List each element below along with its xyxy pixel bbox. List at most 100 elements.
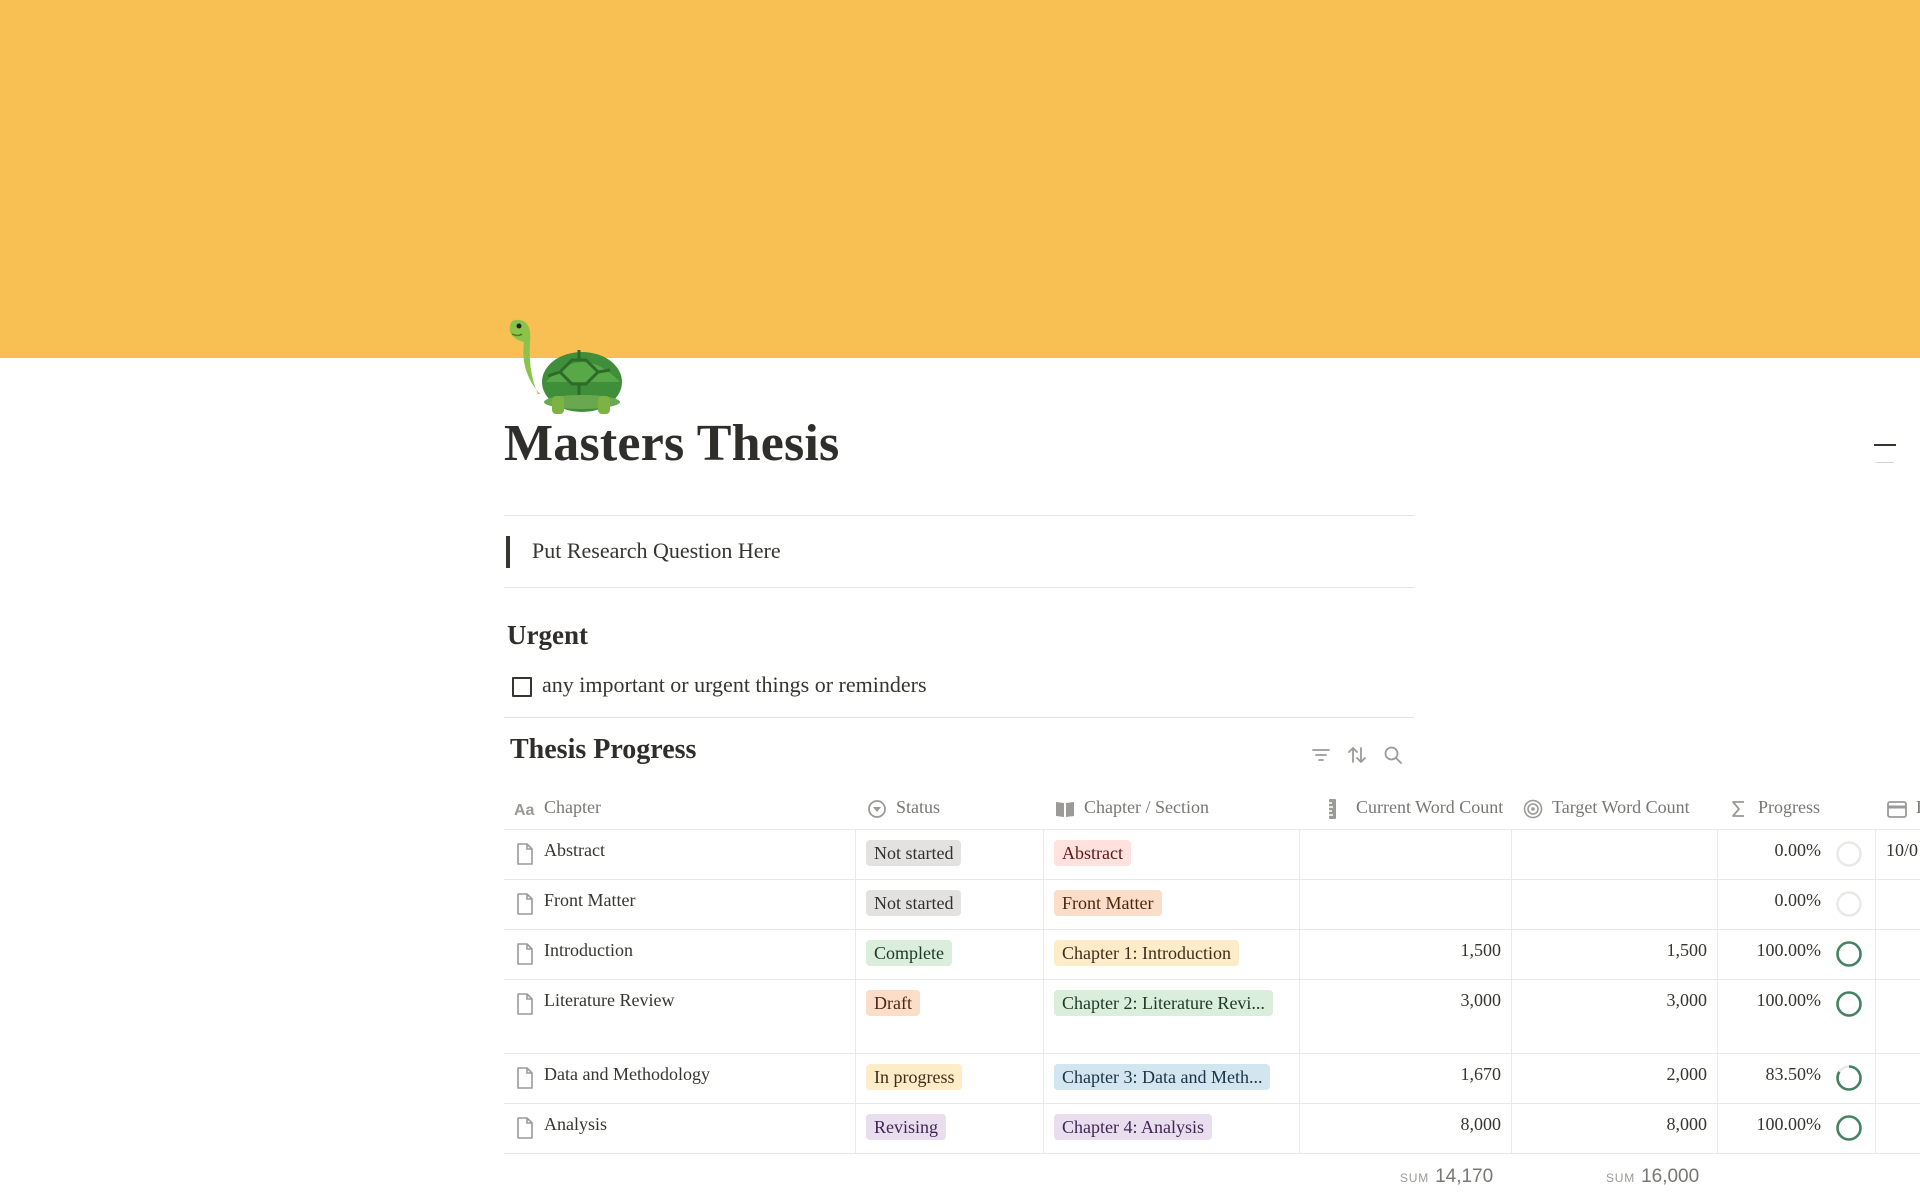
table-row[interactable]: Analysis Revising Chapter 4: Analysis 8,000… [504, 1104, 1920, 1154]
column-header-chapter[interactable]: Aa Chapter [504, 788, 856, 830]
status-tag[interactable]: In progress [866, 1064, 963, 1090]
chapter-cell[interactable]: Literature Review [504, 980, 856, 1053]
current-word-count-cell[interactable] [1300, 830, 1512, 879]
status-cell[interactable]: Not started [856, 880, 1044, 929]
filter-icon[interactable] [1310, 744, 1332, 766]
progress-cell[interactable]: 100.00% [1718, 1104, 1876, 1153]
chapter-cell[interactable]: Analysis [504, 1104, 856, 1153]
table-row[interactable]: Front Matter Not started Front Matter 0.00% [504, 880, 1920, 930]
status-tag[interactable]: Draft [866, 990, 920, 1016]
progress-cell[interactable]: 0.00% [1718, 830, 1876, 879]
chapter-name[interactable]: Literature Review [544, 990, 674, 1011]
progress-value: 0.00% [1774, 840, 1822, 860]
target-word-count-cell[interactable] [1512, 880, 1718, 929]
section-cell[interactable]: Abstract [1044, 830, 1300, 879]
sum-target-word-count[interactable]: SUM 16,000 [1606, 1166, 1699, 1188]
section-tag[interactable]: Chapter 2: Literature Revi... [1054, 990, 1273, 1016]
progress-cell[interactable]: 0.00% [1718, 880, 1876, 929]
status-cell[interactable]: Not started [856, 830, 1044, 879]
column-header-section[interactable]: Chapter / Section [1044, 788, 1300, 830]
sum-value: 14,170 [1435, 1166, 1494, 1187]
progress-cell[interactable]: 100.00% [1718, 930, 1876, 979]
chapter-name[interactable]: Data and Methodology [544, 1064, 710, 1085]
quote-text[interactable]: Put Research Question Here [532, 538, 781, 564]
section-cell[interactable]: Chapter 2: Literature Revi... [1044, 980, 1300, 1053]
section-tag[interactable]: Chapter 1: Introduction [1054, 940, 1239, 966]
chapter-name[interactable]: Analysis [544, 1114, 607, 1135]
table-row[interactable]: Abstract Not started Abstract 0.00% 10/0 [504, 830, 1920, 880]
date-cell[interactable] [1876, 1104, 1920, 1153]
title-aa-icon: Aa [514, 802, 535, 819]
section-cell[interactable]: Front Matter [1044, 880, 1300, 929]
research-question-quote[interactable]: Put Research Question Here [504, 534, 1414, 570]
current-word-count-cell[interactable]: 1,500 [1300, 930, 1512, 979]
chapter-cell[interactable]: Front Matter [504, 880, 856, 929]
column-header-label: Progress [1758, 797, 1820, 817]
section-cell[interactable]: Chapter 3: Data and Meth... [1044, 1054, 1300, 1103]
page-icon [517, 943, 533, 965]
sort-icon[interactable] [1346, 744, 1368, 766]
table-row[interactable]: Data and Methodology In progress Chapter 3… [504, 1054, 1920, 1104]
progress-ring-track [1836, 841, 1862, 867]
target-word-count-cell[interactable]: 1,500 [1512, 930, 1718, 979]
date-value: 10/0 [1886, 840, 1919, 860]
current-word-count-cell[interactable] [1300, 880, 1512, 929]
column-header-label: Current Word Count [1356, 797, 1504, 817]
target-word-count-cell[interactable]: 3,000 [1512, 980, 1718, 1053]
database-title[interactable]: Thesis Progress [510, 734, 696, 766]
progress-ring-track [1836, 891, 1862, 917]
status-cell[interactable]: In progress [856, 1054, 1044, 1103]
column-header-label: D [1916, 797, 1920, 818]
current-word-count: 1,500 [1460, 940, 1502, 960]
table-row[interactable]: Literature Review Draft Chapter 2: Literat… [504, 980, 1920, 1054]
progress-cell[interactable]: 100.00% [1718, 980, 1876, 1053]
status-cell[interactable]: Draft [856, 980, 1044, 1053]
section-tag[interactable]: Chapter 4: Analysis [1054, 1114, 1212, 1140]
date-cell[interactable] [1876, 1054, 1920, 1103]
column-header-date[interactable]: D [1876, 788, 1920, 830]
current-word-count-cell[interactable]: 3,000 [1300, 980, 1512, 1053]
todo-checkbox[interactable] [512, 677, 532, 697]
status-cell[interactable]: Complete [856, 930, 1044, 979]
section-tag[interactable]: Chapter 3: Data and Meth... [1054, 1064, 1271, 1090]
section-tag[interactable]: Front Matter [1054, 890, 1162, 916]
sum-current-word-count[interactable]: SUM 14,170 [1400, 1166, 1493, 1188]
date-cell[interactable] [1876, 930, 1920, 979]
date-cell[interactable] [1876, 880, 1920, 929]
column-header-current-word-count[interactable]: Current Word Count [1300, 788, 1512, 830]
chapter-name[interactable]: Introduction [544, 940, 633, 961]
section-cell[interactable]: Chapter 4: Analysis [1044, 1104, 1300, 1153]
status-tag[interactable]: Not started [866, 840, 962, 866]
search-icon[interactable] [1382, 744, 1404, 766]
page-cover[interactable] [0, 0, 1920, 358]
section-tag[interactable]: Abstract [1054, 840, 1131, 866]
section-cell[interactable]: Chapter 1: Introduction [1044, 930, 1300, 979]
target-word-count-cell[interactable]: 2,000 [1512, 1054, 1718, 1103]
target-word-count-cell[interactable]: 8,000 [1512, 1104, 1718, 1153]
table-of-contents-toggle[interactable] [1874, 442, 1896, 466]
chapter-name[interactable]: Front Matter [544, 890, 636, 911]
current-word-count-cell[interactable]: 8,000 [1300, 1104, 1512, 1153]
chapter-name[interactable]: Abstract [544, 840, 605, 861]
target-word-count: 1,500 [1666, 940, 1708, 960]
status-tag[interactable]: Revising [866, 1114, 947, 1140]
urgent-heading[interactable]: Urgent [507, 620, 588, 651]
progress-cell[interactable]: 83.50% [1718, 1054, 1876, 1103]
todo-label[interactable]: any important or urgent things or remind… [542, 672, 927, 698]
turtle-icon[interactable] [502, 312, 630, 416]
target-word-count-cell[interactable] [1512, 830, 1718, 879]
chapter-cell[interactable]: Data and Methodology [504, 1054, 856, 1103]
column-header-status[interactable]: Status [856, 788, 1044, 830]
date-cell[interactable]: 10/0 [1876, 830, 1920, 879]
chapter-cell[interactable]: Introduction [504, 930, 856, 979]
page-title[interactable]: Masters Thesis [504, 414, 840, 473]
chapter-cell[interactable]: Abstract [504, 830, 856, 879]
status-tag[interactable]: Not started [866, 890, 962, 916]
status-tag[interactable]: Complete [866, 940, 952, 966]
status-cell[interactable]: Revising [856, 1104, 1044, 1153]
table-row[interactable]: Introduction Complete Chapter 1: Introduct… [504, 930, 1920, 980]
date-cell[interactable] [1876, 980, 1920, 1053]
column-header-target-word-count[interactable]: Target Word Count [1512, 788, 1718, 830]
current-word-count-cell[interactable]: 1,670 [1300, 1054, 1512, 1103]
column-header-progress[interactable]: Progress [1718, 788, 1876, 830]
